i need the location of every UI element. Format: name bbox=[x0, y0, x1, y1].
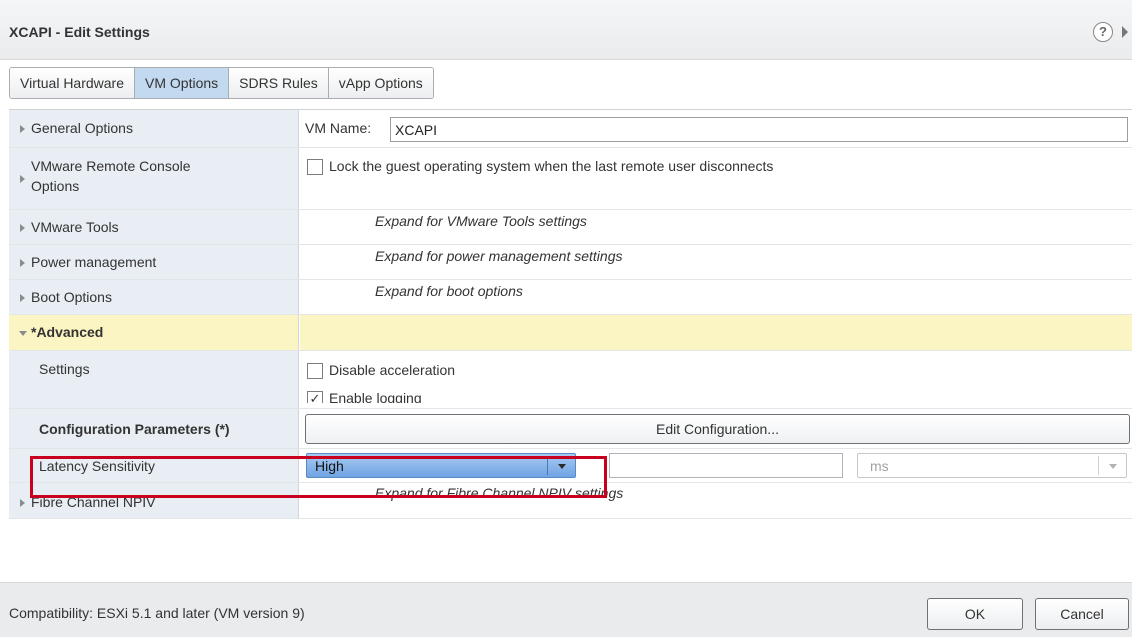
latency-selected-value: High bbox=[315, 458, 344, 474]
row-power-management: Power management Expand for power manage… bbox=[9, 245, 1132, 280]
fibre-channel-label: Fibre Channel NPIV bbox=[31, 494, 156, 510]
lock-guest-os-checkbox[interactable] bbox=[307, 159, 323, 175]
expand-arrow-icon[interactable] bbox=[20, 224, 25, 232]
vm-name-input[interactable] bbox=[390, 117, 1128, 142]
power-management-label: Power management bbox=[31, 254, 157, 270]
row-value-cell: Expand for power management settings bbox=[300, 245, 1132, 279]
row-value-cell bbox=[300, 315, 1132, 350]
row-fibre-channel: Fibre Channel NPIV Expand for Fibre Chan… bbox=[9, 483, 1132, 519]
cancel-button[interactable]: Cancel bbox=[1035, 598, 1129, 630]
row-value-cell: Edit Configuration... bbox=[300, 409, 1132, 448]
row-remote-console: VMware Remote Console Options Lock the g… bbox=[9, 148, 1132, 210]
disable-acceleration-checkbox[interactable] bbox=[307, 363, 323, 379]
expand-arrow-icon[interactable] bbox=[20, 294, 25, 302]
advanced-label: *Advanced bbox=[31, 324, 104, 340]
power-management-hint: Expand for power management settings bbox=[375, 248, 623, 264]
row-label-cell[interactable]: Boot Options bbox=[9, 280, 299, 314]
row-value-cell: Expand for boot options bbox=[300, 280, 1132, 314]
row-value-cell: Lock the guest operating system when the… bbox=[300, 148, 1132, 209]
row-advanced: *Advanced bbox=[9, 315, 1132, 351]
latency-sensitivity-label: Latency Sensitivity bbox=[39, 458, 155, 474]
latency-unit-select[interactable]: ms bbox=[857, 453, 1127, 478]
row-value-cell: Disable acceleration ✓ Enable logging bbox=[300, 351, 1132, 403]
fibre-channel-hint: Expand for Fibre Channel NPIV settings bbox=[375, 485, 624, 501]
boot-options-label: Boot Options bbox=[31, 289, 112, 305]
tab-virtual-hardware[interactable]: Virtual Hardware bbox=[10, 68, 136, 98]
general-options-label: General Options bbox=[31, 120, 133, 136]
expand-arrow-icon[interactable] bbox=[20, 259, 25, 267]
disable-acceleration-text: Disable acceleration bbox=[329, 362, 456, 378]
tab-bar: Virtual Hardware VM Options SDRS Rules v… bbox=[9, 67, 434, 99]
remote-console-label-line1: VMware Remote Console bbox=[31, 158, 191, 174]
row-label-cell[interactable]: Power management bbox=[9, 245, 299, 279]
latency-sensitivity-select[interactable]: High bbox=[306, 453, 576, 478]
enable-logging-text: Enable logging bbox=[329, 390, 422, 403]
config-params-label: Configuration Parameters (*) bbox=[39, 421, 230, 437]
collapse-icon[interactable] bbox=[1122, 26, 1128, 38]
latency-unit-value: ms bbox=[870, 458, 889, 474]
tab-sdrs-rules[interactable]: SDRS Rules bbox=[229, 68, 329, 98]
tab-vapp-options[interactable]: vApp Options bbox=[328, 68, 433, 98]
collapse-arrow-icon[interactable] bbox=[19, 331, 27, 336]
row-general-options: General Options VM Name: bbox=[9, 110, 1132, 148]
row-value-cell: Expand for Fibre Channel NPIV settings bbox=[300, 483, 1132, 518]
select-divider bbox=[547, 456, 548, 475]
row-label-cell[interactable]: VMware Remote Console Options bbox=[9, 148, 299, 209]
row-settings: Settings Disable acceleration ✓ Enable l… bbox=[9, 351, 1132, 409]
ok-button[interactable]: OK bbox=[927, 598, 1023, 630]
expand-arrow-icon[interactable] bbox=[20, 499, 25, 507]
vmware-tools-label: VMware Tools bbox=[31, 219, 119, 235]
select-divider bbox=[1098, 456, 1099, 475]
expand-arrow-icon[interactable] bbox=[20, 125, 25, 133]
settings-label: Settings bbox=[39, 361, 90, 377]
row-boot-options: Boot Options Expand for boot options bbox=[9, 280, 1132, 315]
settings-grid: General Options VM Name: VMware Remote C… bbox=[9, 109, 1132, 538]
row-label-cell[interactable]: VMware Tools bbox=[9, 210, 299, 244]
chevron-down-icon[interactable] bbox=[1109, 464, 1117, 469]
row-value-cell: High ms bbox=[300, 449, 1132, 482]
enable-logging-checkbox[interactable]: ✓ bbox=[307, 391, 323, 403]
tab-vm-options[interactable]: VM Options bbox=[135, 68, 230, 98]
row-label-cell: Settings bbox=[9, 351, 299, 408]
row-label-cell: Configuration Parameters (*) bbox=[9, 409, 299, 448]
dialog-titlebar: XCAPI - Edit Settings ? bbox=[0, 0, 1132, 60]
row-label-cell: Latency Sensitivity bbox=[9, 449, 299, 482]
dialog-title: XCAPI - Edit Settings bbox=[9, 24, 150, 40]
help-icon[interactable]: ? bbox=[1093, 22, 1113, 42]
row-value-cell: Expand for VMware Tools settings bbox=[300, 210, 1132, 244]
row-value-cell: VM Name: bbox=[300, 110, 1132, 147]
row-latency-sensitivity: Latency Sensitivity High ms bbox=[9, 449, 1132, 483]
vm-name-label: VM Name: bbox=[305, 120, 372, 136]
boot-options-hint: Expand for boot options bbox=[375, 283, 523, 299]
latency-value-input[interactable] bbox=[609, 453, 843, 478]
dialog-footer: Compatibility: ESXi 5.1 and later (VM ve… bbox=[0, 582, 1132, 637]
row-vmware-tools: VMware Tools Expand for VMware Tools set… bbox=[9, 210, 1132, 245]
lock-guest-os-text: Lock the guest operating system when the… bbox=[329, 158, 774, 174]
row-label-cell[interactable]: General Options bbox=[9, 110, 299, 147]
compatibility-text: Compatibility: ESXi 5.1 and later (VM ve… bbox=[9, 605, 305, 621]
expand-arrow-icon[interactable] bbox=[20, 175, 25, 183]
chevron-down-icon[interactable] bbox=[558, 464, 566, 469]
row-config-params: Configuration Parameters (*) Edit Config… bbox=[9, 409, 1132, 449]
edit-configuration-button[interactable]: Edit Configuration... bbox=[305, 414, 1130, 444]
remote-console-label-line2: Options bbox=[31, 178, 80, 194]
row-label-cell[interactable]: Fibre Channel NPIV bbox=[9, 483, 299, 518]
vmware-tools-hint: Expand for VMware Tools settings bbox=[375, 213, 587, 229]
row-label-cell[interactable]: *Advanced bbox=[9, 315, 299, 350]
